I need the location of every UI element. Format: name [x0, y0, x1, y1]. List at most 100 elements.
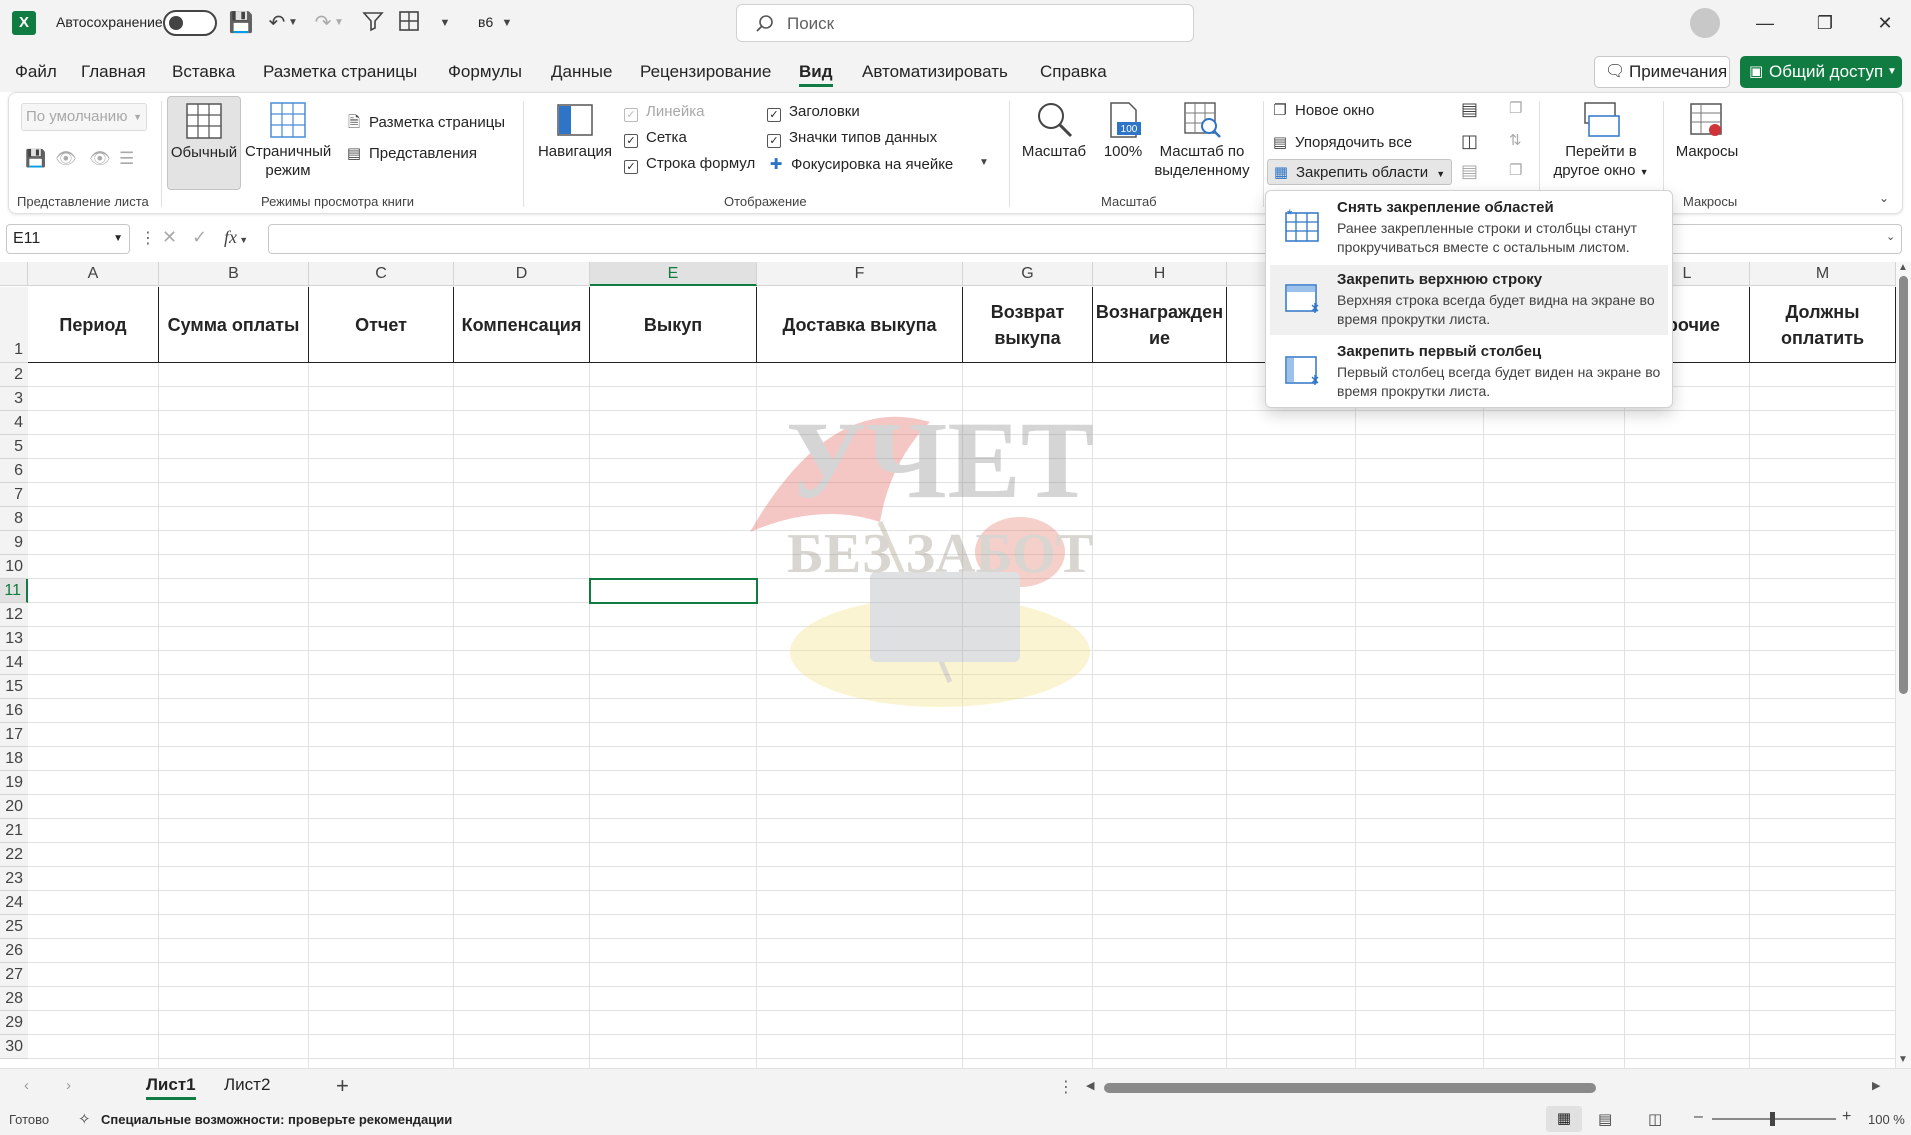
tab-split-handle-icon[interactable]: ⋮: [1058, 1077, 1074, 1097]
row-header-22[interactable]: 22: [0, 843, 28, 867]
switch-windows-button[interactable]: Перейти в другое окно ▼: [1545, 100, 1657, 182]
horizontal-scrollbar[interactable]: [1092, 1082, 1882, 1093]
header-cell-e[interactable]: Выкуп: [590, 287, 757, 363]
row-header-15[interactable]: 15: [0, 675, 28, 699]
row-header-1[interactable]: 1: [0, 287, 28, 363]
vertical-scroll-thumb[interactable]: [1899, 276, 1908, 694]
share-button[interactable]: ▣ Общий доступ ▼: [1740, 56, 1902, 88]
cancel-icon[interactable]: ✕: [162, 227, 177, 248]
tab-page-layout[interactable]: Разметка страницы: [263, 62, 417, 82]
column-header-m[interactable]: M: [1750, 262, 1896, 286]
accessibility-status[interactable]: Специальные возможности: проверьте реком…: [101, 1112, 452, 1127]
header-cell-g[interactable]: Возврат выкупа: [963, 287, 1093, 363]
expand-formula-bar-icon[interactable]: ⌄: [1886, 230, 1895, 243]
row-header-21[interactable]: 21: [0, 819, 28, 843]
header-cell-c[interactable]: Отчет: [309, 287, 454, 363]
freeze-top-row-item[interactable]: Закрепить верхнюю строку Верхняя строка …: [1270, 265, 1668, 335]
header-cell-b[interactable]: Сумма оплаты: [159, 287, 309, 363]
sync-scroll-icon[interactable]: ⇅: [1509, 131, 1522, 149]
comments-button[interactable]: 🗨 Примечания: [1594, 56, 1730, 88]
sheet-tab-2[interactable]: Лист2: [224, 1075, 270, 1095]
customize-qat-icon[interactable]: ▼: [432, 10, 458, 36]
row-header-2[interactable]: 2: [0, 363, 28, 387]
page-break-view-button[interactable]: Страничный режим: [245, 100, 331, 180]
tab-data[interactable]: Данные: [551, 62, 612, 82]
scroll-down-icon[interactable]: ▼: [1898, 1054, 1908, 1065]
macros-button[interactable]: Макросы: [1671, 100, 1743, 161]
row-header-7[interactable]: 7: [0, 483, 28, 507]
focus-cell-button[interactable]: ✚ Фокусировка на ячейке: [767, 155, 954, 173]
row-header-14[interactable]: 14: [0, 651, 28, 675]
new-view-icon[interactable]: 👁: [89, 149, 111, 169]
row-header-12[interactable]: 12: [0, 603, 28, 627]
undo-dropdown-icon[interactable]: ▼: [286, 10, 300, 36]
headings-checkbox[interactable]: ✓ Заголовки: [767, 103, 860, 122]
zoom-out-icon[interactable]: –: [1694, 1108, 1703, 1126]
zoom-level[interactable]: 100 %: [1868, 1112, 1905, 1127]
tab-home[interactable]: Главная: [81, 62, 146, 82]
data-type-icons-checkbox[interactable]: ✓ Значки типов данных: [767, 129, 937, 148]
row-header-28[interactable]: 28: [0, 987, 28, 1011]
column-header-b[interactable]: B: [159, 262, 309, 286]
custom-views-button[interactable]: ▤ Представления: [345, 144, 477, 162]
column-header-c[interactable]: C: [309, 262, 454, 286]
row-header-13[interactable]: 13: [0, 627, 28, 651]
arrange-all-button[interactable]: ▤ Упорядочить все: [1271, 133, 1412, 151]
row-header-17[interactable]: 17: [0, 723, 28, 747]
scroll-right-icon[interactable]: ▶: [1872, 1079, 1880, 1092]
row-header-8[interactable]: 8: [0, 507, 28, 531]
ruler-checkbox[interactable]: ✓ Линейка: [624, 103, 704, 122]
tab-automate[interactable]: Автоматизировать: [862, 62, 1008, 82]
freeze-first-column-item[interactable]: Закрепить первый столбец Первый столбец …: [1270, 337, 1668, 407]
file-name[interactable]: в6: [478, 14, 493, 30]
row-header-26[interactable]: 26: [0, 939, 28, 963]
row-header-30[interactable]: 30: [0, 1035, 28, 1059]
column-header-g[interactable]: G: [963, 262, 1093, 286]
borders-icon[interactable]: [396, 10, 422, 36]
header-cell-m[interactable]: Должны оплатить: [1750, 287, 1896, 363]
zoom-in-icon[interactable]: +: [1842, 1108, 1851, 1126]
sheet-tab-1[interactable]: Лист1: [146, 1075, 196, 1100]
row-header-16[interactable]: 16: [0, 699, 28, 723]
normal-view-button[interactable]: Обычный: [167, 96, 241, 190]
hide-window-icon[interactable]: ◫: [1461, 131, 1478, 152]
minimize-icon[interactable]: —: [1750, 10, 1780, 36]
filter-icon[interactable]: [360, 10, 386, 36]
row-header-18[interactable]: 18: [0, 747, 28, 771]
restore-icon[interactable]: ❐: [1810, 10, 1840, 36]
zoom-slider-thumb[interactable]: [1770, 1112, 1775, 1126]
select-all-corner[interactable]: [0, 262, 28, 286]
tab-view[interactable]: Вид: [799, 62, 833, 87]
header-cell-h[interactable]: Вознагражден ие: [1093, 287, 1227, 363]
autosave-toggle[interactable]: [163, 10, 217, 36]
tab-insert[interactable]: Вставка: [172, 62, 235, 82]
exit-view-icon[interactable]: 👁: [55, 149, 77, 169]
split-icon[interactable]: ▤: [1461, 99, 1478, 120]
page-layout-button[interactable]: 🗎 Разметка страницы: [345, 112, 505, 137]
row-header-25[interactable]: 25: [0, 915, 28, 939]
close-icon[interactable]: ✕: [1870, 10, 1900, 36]
formula-bar-checkbox[interactable]: ✓ Строка формул: [624, 155, 755, 174]
column-header-h[interactable]: H: [1093, 262, 1227, 286]
column-header-e[interactable]: E: [590, 262, 757, 286]
tab-file[interactable]: Файл: [15, 62, 57, 82]
user-avatar[interactable]: [1690, 8, 1720, 38]
keep-view-icon[interactable]: 💾: [25, 149, 46, 169]
zoom-100-button[interactable]: 100 100%: [1097, 100, 1149, 161]
row-header-6[interactable]: 6: [0, 459, 28, 483]
filename-chevron-icon[interactable]: ▼: [494, 10, 520, 36]
column-header-a[interactable]: A: [28, 262, 159, 286]
gridlines-checkbox[interactable]: ✓ Сетка: [624, 129, 687, 148]
focus-cell-chevron-icon[interactable]: ▼: [979, 157, 989, 168]
save-icon[interactable]: 💾: [228, 10, 254, 36]
scroll-up-icon[interactable]: ▲: [1898, 262, 1908, 273]
insert-function-icon[interactable]: fx ▼: [224, 227, 248, 248]
add-sheet-icon[interactable]: +: [336, 1073, 349, 1099]
row-header-5[interactable]: 5: [0, 435, 28, 459]
row-header-20[interactable]: 20: [0, 795, 28, 819]
prev-sheet-icon[interactable]: ‹: [24, 1077, 29, 1094]
search-box[interactable]: Поиск: [736, 4, 1194, 42]
normal-view-status-icon[interactable]: ▦: [1546, 1106, 1582, 1132]
header-cell-f[interactable]: Доставка выкупа: [757, 287, 963, 363]
row-header-11[interactable]: 11: [0, 579, 28, 603]
